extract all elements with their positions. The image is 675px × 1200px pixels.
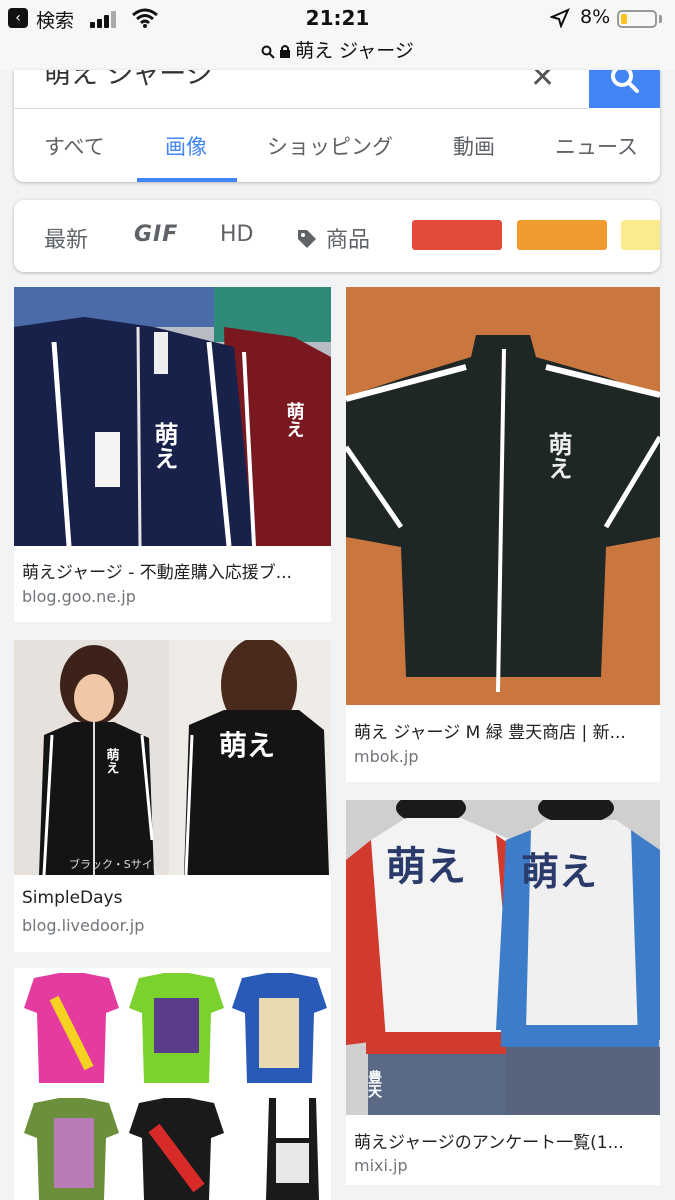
tab-shopping[interactable]: ショッピング — [267, 131, 393, 161]
color-filter-yellow[interactable] — [621, 220, 660, 250]
close-icon[interactable]: ✕ — [530, 70, 555, 95]
clock: 21:21 — [305, 6, 370, 30]
search-small-icon — [261, 45, 275, 59]
search-input[interactable]: 萌え ジャージ — [44, 70, 213, 91]
battery-level — [621, 14, 627, 24]
jersey-photo: 萌え 萌え 豊天 — [346, 800, 660, 1115]
filter-hd[interactable]: HD — [220, 222, 253, 247]
moe-label: 萌え — [284, 401, 305, 438]
filter-product[interactable]: 商品 — [296, 222, 370, 254]
result-source: mixi.jp — [354, 1156, 408, 1175]
jersey-grid-photo — [14, 968, 331, 1200]
result-title[interactable]: 萌え ジャージ M 緑 豊天商店 | 新... — [354, 718, 654, 743]
result-thumbnail[interactable]: 萌え 萌え — [14, 287, 331, 546]
jersey-photo: 萌え 萌え — [14, 287, 331, 546]
result-title[interactable]: 萌えジャージのアンケート一覧(1... — [354, 1128, 654, 1153]
jersey-photo: 萌え — [346, 287, 660, 705]
tab-all[interactable]: すべて — [44, 131, 105, 161]
tab-images[interactable]: 画像 — [165, 131, 207, 161]
moe-label: 萌え — [104, 747, 120, 774]
image-caption: ブラック・Sサイズ — [69, 857, 163, 871]
tab-videos[interactable]: 動画 — [453, 131, 495, 161]
image-result[interactable]: 萌え 萌え 萌えジャージ - 不動産購入応援ブ... blog.goo.ne.j… — [14, 287, 331, 622]
filter-gif[interactable]: GIF — [134, 222, 178, 247]
result-title[interactable]: 萌えジャージ - 不動産購入応援ブ... — [22, 558, 322, 583]
result-source: blog.livedoor.jp — [22, 916, 145, 935]
result-thumbnail[interactable]: 萌え — [346, 287, 660, 705]
battery-icon — [617, 10, 657, 28]
filter-product-label: 商品 — [326, 228, 371, 253]
url-text: 萌え ジャージ — [295, 40, 414, 62]
result-thumbnail[interactable]: 萌え 萌え 豊天 — [346, 800, 660, 1115]
url-bar[interactable]: 萌え ジャージ — [0, 36, 675, 63]
tag-icon — [298, 230, 316, 248]
battery-percent: 8% — [580, 6, 611, 28]
location-arrow-icon — [550, 8, 570, 28]
filter-latest[interactable]: 最新 — [44, 222, 88, 254]
moe-label: 萌え — [521, 850, 597, 894]
result-thumbnail[interactable]: 萌え 萌え ブラック・Sサイズ — [14, 640, 331, 875]
color-filter-red[interactable] — [412, 220, 502, 250]
moe-label: 萌え — [386, 844, 466, 890]
image-result[interactable]: 萌え 萌え ブラック・Sサイズ SimpleDays blog.livedoor… — [14, 640, 331, 952]
result-title[interactable]: SimpleDays — [22, 888, 322, 908]
result-source: blog.goo.ne.jp — [22, 587, 136, 606]
status-bar: ‹ 検索 21:21 8% 萌え ジャージ — [0, 0, 675, 70]
result-source: mbok.jp — [354, 747, 419, 766]
search-tabs: すべて 画像 ショッピング 動画 ニュース — [14, 109, 660, 182]
active-tab-indicator — [137, 178, 237, 182]
jersey-photo: 萌え 萌え ブラック・Sサイズ — [14, 640, 331, 875]
moe-label: 萌え — [544, 432, 572, 480]
search-button[interactable] — [589, 70, 660, 108]
image-result[interactable] — [14, 968, 331, 1200]
search-card: 萌え ジャージ ✕ すべて 画像 ショッピング 動画 ニュース — [14, 70, 660, 182]
moe-label: 萌え — [219, 729, 275, 762]
image-result[interactable]: 萌え 萌え 豊天 萌えジャージのアンケート一覧(1... mixi.jp — [346, 800, 660, 1185]
image-result[interactable]: 萌え 萌え ジャージ M 緑 豊天商店 | 新... mbok.jp — [346, 287, 660, 782]
store-label: 豊天 — [366, 1069, 382, 1099]
filter-chips: 最新 GIF HD 商品 — [14, 200, 660, 272]
tab-news[interactable]: ニュース — [555, 131, 638, 161]
moe-label: 萌え — [150, 422, 178, 470]
result-thumbnail[interactable] — [14, 968, 331, 1200]
color-filter-orange[interactable] — [517, 220, 607, 250]
battery-tip — [659, 15, 662, 23]
search-icon — [611, 70, 639, 93]
lock-icon — [280, 45, 291, 58]
